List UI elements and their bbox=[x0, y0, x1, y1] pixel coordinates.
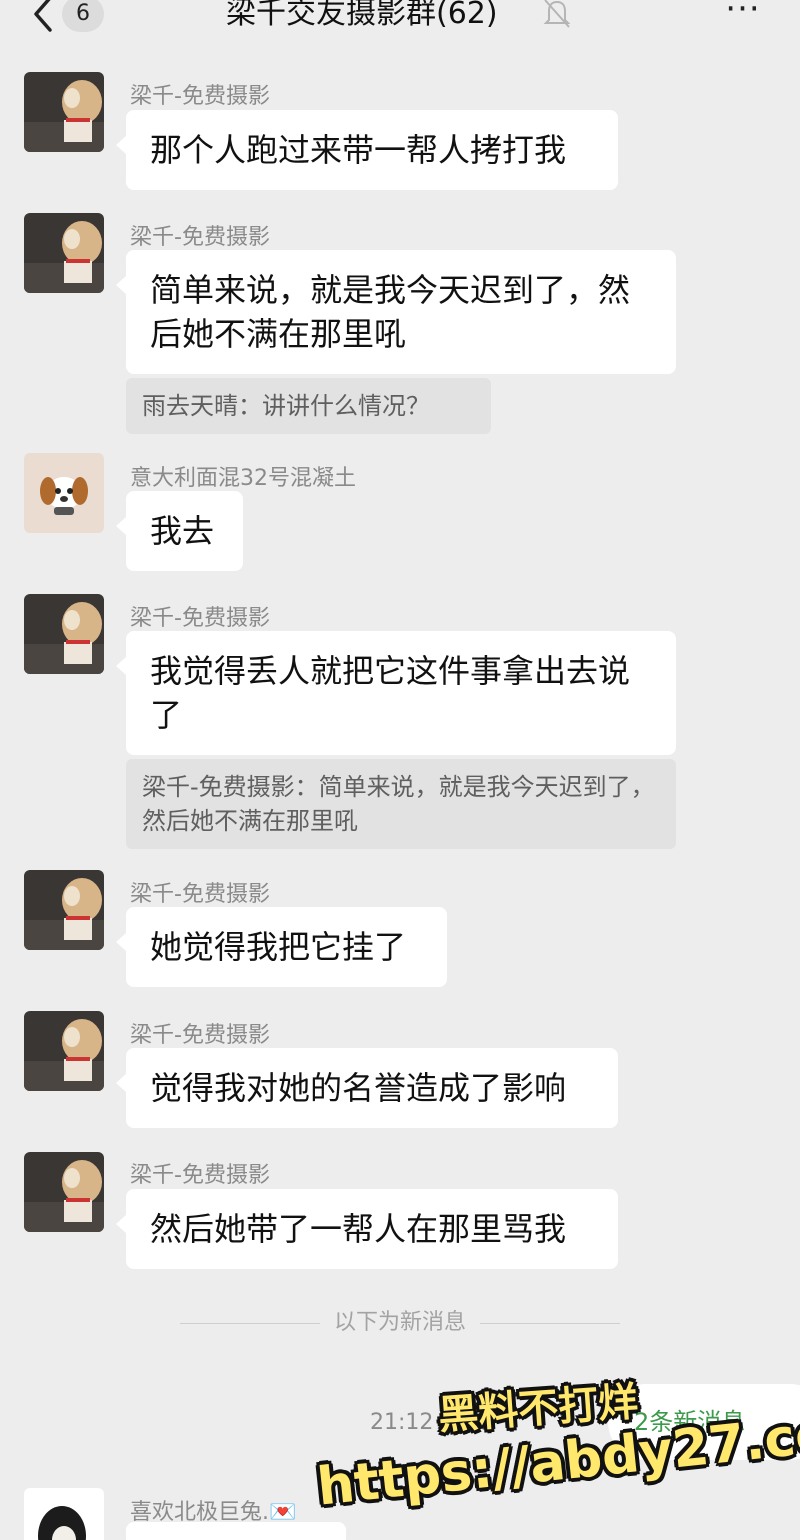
avatar-dog[interactable] bbox=[24, 1152, 104, 1232]
sender-name: 梁千-免费摄影 bbox=[130, 1163, 270, 1188]
message-bubble[interactable] bbox=[126, 1522, 346, 1540]
sender-name: 意大利面混32号混凝土 bbox=[130, 466, 356, 491]
message-bubble[interactable]: 简单来说，就是我今天迟到了，然后她不满在那里吼 bbox=[116, 250, 676, 374]
quoted-reply[interactable]: 梁千-免费摄影：简单来说，就是我今天迟到了，然后她不满在那里吼 bbox=[126, 759, 676, 849]
message-bubble[interactable]: 我去 bbox=[116, 491, 243, 571]
avatar-dog[interactable] bbox=[24, 213, 104, 293]
message-bubble[interactable]: 我觉得丢人就把它这件事拿出去说了 bbox=[116, 631, 676, 755]
back-arrow-icon bbox=[34, 0, 52, 32]
avatar-dog[interactable] bbox=[24, 72, 104, 152]
message-bubble[interactable]: 觉得我对她的名誉造成了影响 bbox=[116, 1048, 618, 1128]
sender-name: 梁千-免费摄影 bbox=[130, 882, 270, 907]
message-bubble[interactable]: 然后她带了一帮人在那里骂我 bbox=[116, 1189, 618, 1269]
unread-count-badge[interactable]: 6 bbox=[62, 0, 104, 32]
divider-line bbox=[480, 1323, 620, 1324]
more-button[interactable]: ··· bbox=[718, 0, 768, 34]
chat-header: 6 梁千交友摄影群(62) ··· bbox=[0, 0, 800, 60]
sender-name: 梁千-免费摄影 bbox=[130, 84, 270, 109]
mute-bell-icon bbox=[542, 0, 572, 30]
avatar-cartoon-dog[interactable] bbox=[24, 453, 104, 533]
divider-line bbox=[180, 1323, 320, 1324]
new-messages-divider: 以下为新消息 bbox=[180, 1306, 620, 1340]
avatar-dog[interactable] bbox=[24, 870, 104, 950]
quoted-reply[interactable]: 雨去天晴：讲讲什么情况？ bbox=[126, 378, 491, 434]
back-button[interactable] bbox=[28, 0, 58, 36]
avatar-user[interactable] bbox=[24, 1488, 104, 1540]
avatar-dog[interactable] bbox=[24, 1011, 104, 1091]
chat-title: 梁千交友摄影群(62) bbox=[226, 0, 498, 31]
message-bubble[interactable]: 那个人跑过来带一帮人拷打我 bbox=[116, 110, 618, 190]
divider-label: 以下为新消息 bbox=[333, 1310, 466, 1335]
avatar-dog[interactable] bbox=[24, 594, 104, 674]
sender-name: 梁千-免费摄影 bbox=[130, 1023, 270, 1048]
message-bubble[interactable]: 她觉得我把它挂了 bbox=[116, 907, 447, 987]
timestamp: 21:12 bbox=[370, 1410, 434, 1435]
sender-name: 梁千-免费摄影 bbox=[130, 606, 270, 631]
sender-name: 梁千-免费摄影 bbox=[130, 225, 270, 250]
